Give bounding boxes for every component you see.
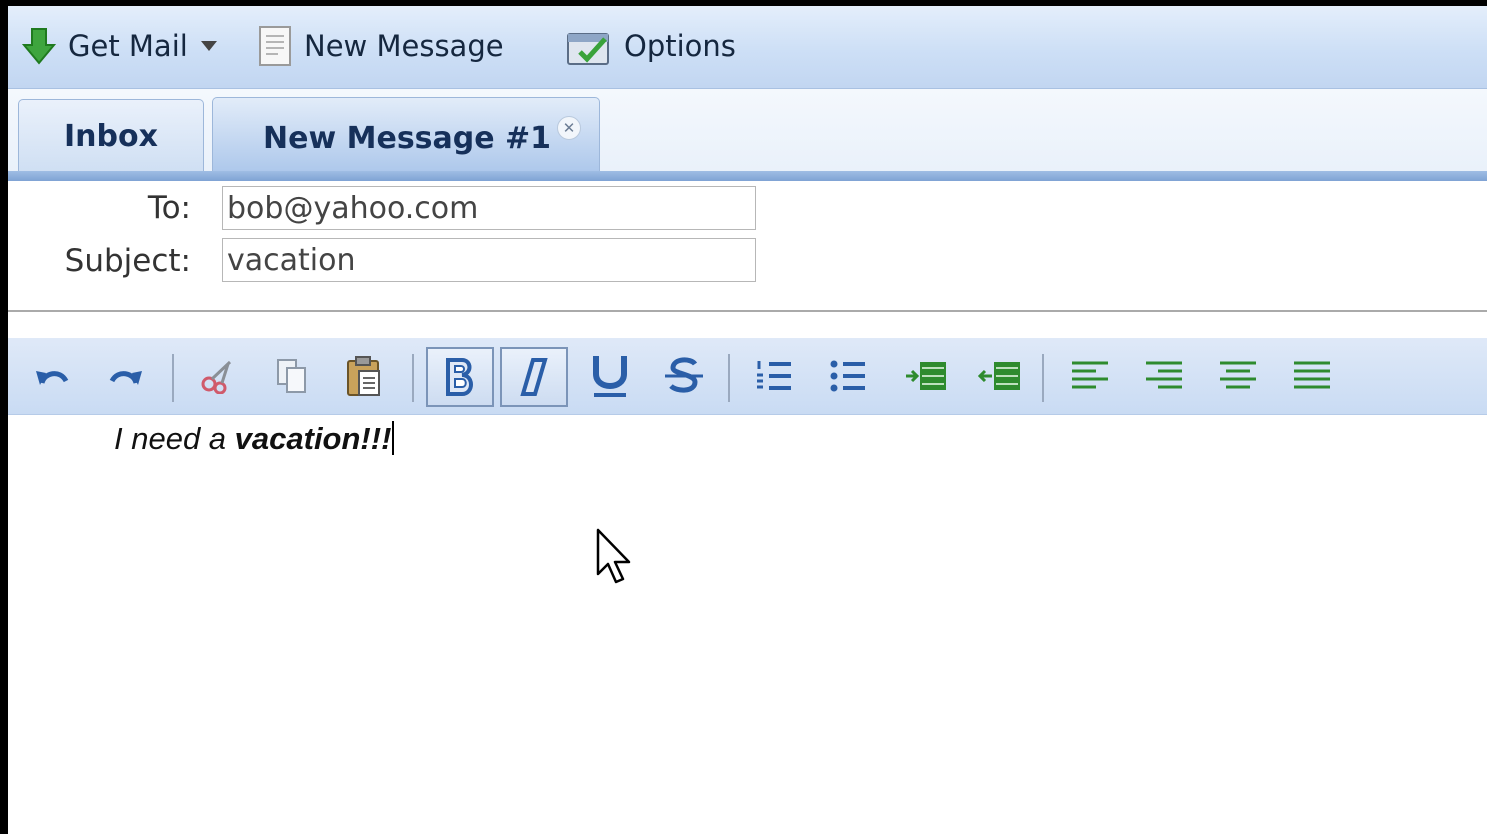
align-center-icon (1220, 361, 1256, 389)
get-mail-label: Get Mail (68, 29, 188, 63)
new-message-button[interactable]: New Message (258, 24, 504, 68)
header-divider (8, 310, 1487, 312)
document-icon (258, 26, 292, 66)
italic-button[interactable] (500, 347, 568, 407)
align-left-icon (1072, 361, 1108, 389)
ordered-list-icon (757, 361, 791, 390)
subject-label: Subject: (64, 243, 191, 279)
paste-icon (347, 356, 380, 396)
cut-button[interactable] (192, 350, 244, 402)
align-justify-button[interactable] (1286, 350, 1338, 402)
tab-underline (8, 171, 1487, 181)
indent-button[interactable] (900, 350, 952, 402)
mouse-pointer-icon (596, 528, 632, 588)
toolbar-separator (728, 354, 730, 402)
new-message-label: New Message (304, 29, 504, 63)
strikethrough-button[interactable] (658, 350, 710, 402)
unordered-list-button[interactable] (822, 350, 874, 402)
tab-inbox-label: Inbox (64, 118, 158, 154)
undo-icon (36, 371, 69, 385)
download-arrow-icon (22, 27, 56, 65)
message-body-editor[interactable]: I need a vacation!!! (8, 415, 1487, 834)
main-toolbar: Get Mail New Message Options (8, 6, 1487, 89)
cut-icon (201, 360, 232, 394)
options-icon (566, 26, 612, 66)
ordered-list-button[interactable] (748, 350, 800, 402)
to-field[interactable] (222, 186, 756, 230)
italic-icon (520, 358, 548, 396)
mail-app-window: Get Mail New Message Options Inbox New M… (8, 6, 1487, 834)
close-icon[interactable]: ✕ (557, 116, 581, 140)
bold-button[interactable] (426, 347, 494, 407)
toolbar-separator (1042, 354, 1044, 402)
toolbar-separator (412, 354, 414, 402)
align-justify-icon (1294, 361, 1330, 389)
align-right-icon (1146, 361, 1182, 389)
outdent-button[interactable] (974, 350, 1026, 402)
subject-field[interactable] (222, 238, 756, 282)
strikethrough-icon (665, 357, 703, 393)
tab-new-message[interactable]: New Message #1 ✕ (212, 97, 600, 178)
align-left-button[interactable] (1064, 350, 1116, 402)
editor-toolbar (8, 338, 1487, 415)
message-body-text[interactable]: I need a vacation!!! (114, 421, 395, 457)
tab-strip: Inbox New Message #1 ✕ (8, 89, 1487, 181)
get-mail-button[interactable]: Get Mail (22, 24, 218, 68)
indent-icon (906, 362, 946, 390)
redo-button[interactable] (100, 350, 152, 402)
redo-icon (109, 371, 142, 385)
underline-icon (593, 356, 627, 397)
underline-button[interactable] (584, 350, 636, 402)
copy-button[interactable] (266, 350, 318, 402)
options-label: Options (624, 29, 736, 63)
align-right-button[interactable] (1138, 350, 1190, 402)
undo-button[interactable] (26, 350, 78, 402)
unordered-list-icon (830, 360, 865, 392)
text-caret (392, 421, 395, 455)
tab-new-message-label: New Message #1 (263, 120, 552, 156)
body-text-plain: I need a (114, 421, 235, 456)
to-label: To: (147, 190, 191, 226)
copy-icon (277, 359, 306, 393)
body-text-bold: vacation!!! (234, 421, 392, 456)
chevron-down-icon[interactable] (200, 40, 218, 52)
tab-inbox[interactable]: Inbox (18, 99, 204, 172)
bold-icon (446, 358, 473, 396)
align-center-button[interactable] (1212, 350, 1264, 402)
outdent-icon (978, 362, 1020, 390)
toolbar-separator (172, 354, 174, 402)
paste-button[interactable] (338, 350, 390, 402)
options-button[interactable]: Options (566, 24, 736, 68)
